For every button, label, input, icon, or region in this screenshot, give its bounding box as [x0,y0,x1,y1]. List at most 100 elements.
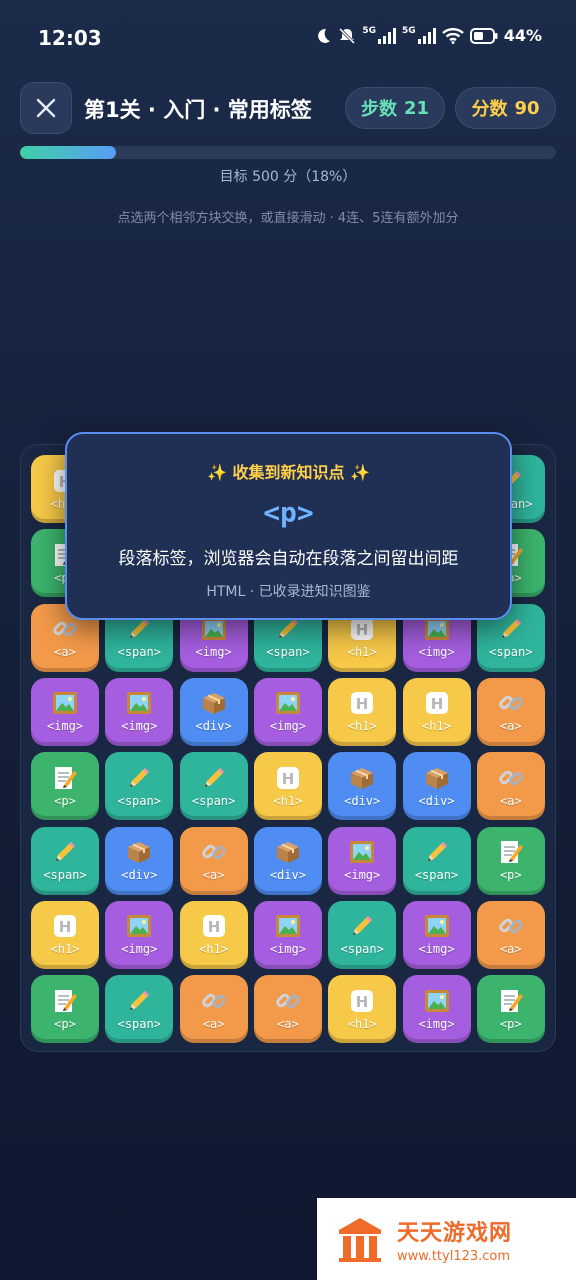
box-icon [423,765,451,791]
tile-label: <img> [418,1016,455,1031]
box-icon [274,839,302,865]
tile-img[interactable]: <img> [31,677,99,746]
link-icon [274,988,302,1014]
score-progress-bar [20,146,556,159]
tile-img[interactable]: <img> [328,826,397,895]
tile-label: <div> [418,793,455,808]
link-icon [497,690,525,716]
svg-text:H: H [356,621,369,639]
tile-a[interactable]: <a> [253,975,322,1044]
tile-label: <p> [499,1016,522,1031]
svg-text:H: H [356,993,369,1011]
tile-label: <img> [195,645,232,660]
score-counter: 分数 90 [455,87,556,129]
tile-label: <a> [202,868,225,882]
tile-a[interactable]: <a> [476,900,545,969]
tile-label: <p> [499,868,522,882]
tile-span[interactable]: <span> [105,752,174,821]
picture-icon [423,988,451,1014]
close-button[interactable] [20,82,72,134]
tile-div[interactable]: <div> [105,826,174,895]
status-icons: 5G 5G 44% [314,26,542,45]
tile-img[interactable]: <img> [402,975,471,1044]
battery-icon [469,27,498,44]
svg-text:H: H [356,695,369,713]
tile-label: <h1> [199,942,229,957]
tile-label: <a> [499,719,522,734]
tile-span[interactable]: <span> [179,752,248,821]
tile-p[interactable]: <p> [31,752,99,821]
tile-label: <h1> [347,1016,377,1031]
tile-img[interactable]: <img> [402,900,471,969]
tile-label: <a> [277,1016,299,1031]
memo-icon [51,988,79,1014]
popup-description: 段落标签，浏览器会自动在段落之间留出间距 [118,549,459,569]
tile-label: <p> [54,793,76,808]
picture-icon [348,839,376,865]
pencil-icon [497,616,525,642]
tile-label: <span> [489,645,533,660]
tile-label: <h1> [422,719,451,734]
tile-p[interactable]: <p> [476,975,545,1044]
battery-level: 44% [503,26,542,45]
popup-title: ✨ 收集到新知识点 ✨ [207,463,370,482]
knowledge-popup: ✨ 收集到新知识点 ✨ <p> 段落标签，浏览器会自动在段落之间留出间距 HTM… [65,432,512,620]
tile-label: <h1> [50,942,80,957]
tile-label: <img> [121,942,158,957]
tile-label: <a> [499,942,522,957]
tile-label: <span> [117,645,161,660]
picture-icon [125,690,153,716]
tile-label: <img> [344,868,381,882]
level-title: 第1关 · 入门 · 常用标签 [84,98,312,122]
tile-p[interactable]: <p> [476,826,545,895]
h-letter-icon: H [274,765,302,791]
tile-div[interactable]: <div> [253,826,322,895]
status-bar: 12:03 5G 5G 44% [0,0,576,72]
tile-h1[interactable]: H <h1> [31,900,99,969]
tile-img[interactable]: <img> [253,900,322,969]
tile-div[interactable]: <div> [328,752,397,821]
tile-div[interactable]: <div> [179,677,248,746]
tile-img[interactable]: <img> [253,677,322,746]
tile-label: <a> [202,1016,225,1031]
link-icon [497,913,525,939]
tile-label: <span> [340,942,384,957]
tile-a[interactable]: <a> [476,752,545,821]
h-letter-icon: H [200,913,228,939]
tile-a[interactable]: <a> [179,826,248,895]
tile-a[interactable]: <a> [179,975,248,1044]
tile-span[interactable]: <span> [105,975,174,1044]
tile-label: <h1> [347,719,377,734]
signal-icon [378,27,397,44]
tile-h1[interactable]: H <h1> [328,677,397,746]
link-icon [200,988,228,1014]
tile-span[interactable]: <span> [402,826,471,895]
link-icon [497,765,525,791]
tile-label: <div> [269,868,306,882]
memo-icon [497,839,525,865]
box-icon [348,765,376,791]
tile-h1[interactable]: H <h1> [328,975,397,1044]
tile-span[interactable]: <span> [31,826,99,895]
pencil-icon [348,913,376,939]
tile-a[interactable]: <a> [476,677,545,746]
score-value: 90 [514,97,540,119]
tile-label: <img> [121,719,158,734]
tile-img[interactable]: <img> [105,677,174,746]
tile-label: <img> [269,719,306,734]
h-letter-icon: H [51,913,79,939]
tile-label: <a> [499,793,522,808]
score-progress-fill [20,146,117,159]
tile-div[interactable]: <div> [402,752,471,821]
svg-text:H: H [282,770,295,788]
tile-img[interactable]: <img> [105,900,174,969]
tile-p[interactable]: <p> [31,975,99,1044]
tile-span[interactable]: <span> [328,900,397,969]
tile-label: <p> [54,1016,76,1031]
site-watermark: 天天游戏网 www.ttyl123.com [317,1198,576,1280]
link-icon [200,839,228,865]
popup-tag: <p> [263,496,314,529]
tile-h1[interactable]: H <h1> [402,677,471,746]
tile-h1[interactable]: H <h1> [253,752,322,821]
tile-h1[interactable]: H <h1> [179,900,248,969]
